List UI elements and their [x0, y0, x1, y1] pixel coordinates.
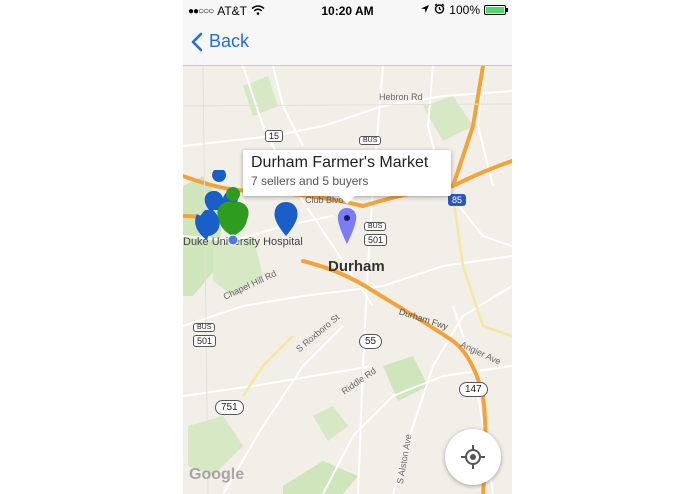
- shield-501: 501: [364, 234, 388, 246]
- my-location-button[interactable]: [445, 429, 501, 485]
- status-bar: ●●○○○ AT&T 10:20 AM 100%: [183, 0, 512, 22]
- crosshair-icon: [461, 445, 485, 469]
- back-label: Back: [209, 31, 250, 51]
- label-hebron-rd: Hebron Rd: [379, 92, 423, 102]
- shield-501-b: 501: [193, 335, 217, 347]
- market-title: Durham Farmer's Market: [251, 154, 429, 171]
- shield-bus-2: BUS: [364, 222, 387, 231]
- market-summary: 7 sellers and 5 buyers: [251, 174, 369, 188]
- battery-icon: [484, 5, 508, 15]
- shield-85: 85: [448, 194, 467, 206]
- navigation-bar: Back: [183, 22, 512, 66]
- chevron-left-icon: [191, 32, 203, 51]
- phone-screen: ●●○○○ AT&T 10:20 AM 100% Back Hebron Rd …: [183, 0, 512, 494]
- label-club-blvd: Club Blvd: [305, 195, 344, 205]
- seller-marker-icon[interactable]: [273, 200, 299, 238]
- status-right: 100%: [420, 3, 508, 17]
- back-button[interactable]: Back: [191, 31, 249, 52]
- location-arrow-icon: [420, 3, 430, 17]
- shield-bus-1: BUS: [359, 136, 382, 145]
- shield-15: 15: [265, 130, 284, 142]
- shield-751: 751: [215, 400, 244, 415]
- google-logo: Google: [189, 466, 245, 483]
- label-durham: Durham: [328, 258, 385, 275]
- shield-bus-3: BUS: [193, 323, 216, 332]
- shield-147: 147: [459, 382, 488, 397]
- selected-market-marker-icon[interactable]: [336, 206, 358, 246]
- map-view[interactable]: Hebron Rd Club Blvd Chapel Hill Rd S Rox…: [183, 66, 512, 494]
- battery-percent: 100%: [449, 3, 480, 17]
- alarm-icon: [434, 3, 445, 17]
- shield-55: 55: [359, 334, 383, 349]
- market-info-window[interactable]: Durham Farmer's Market 7 sellers and 5 b…: [243, 150, 451, 204]
